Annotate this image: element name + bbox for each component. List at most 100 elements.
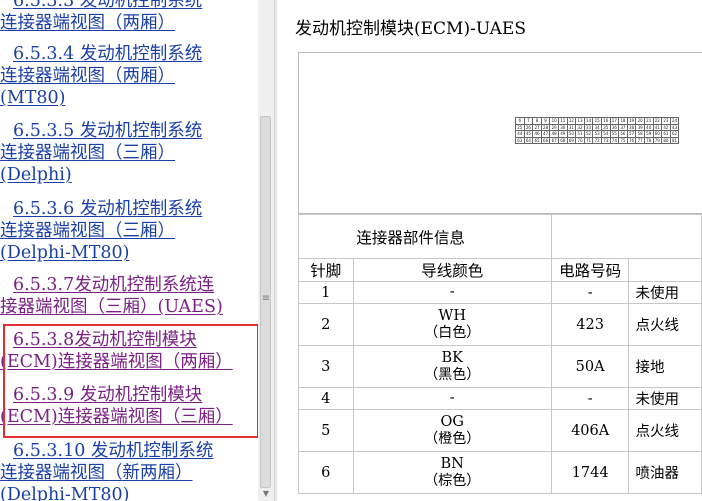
toc-link[interactable]: 6.5.3.4 发动机控制系统 连接器端视图（两厢） (MT80) — [0, 43, 256, 109]
connector-info-label: 连接器部件信息 — [356, 228, 465, 247]
page-title: 发动机控制模块(ECM)-UAES — [295, 19, 526, 39]
connector-pin: 73 — [600, 136, 611, 145]
toc-link-text: 6.5.3.4 发动机控制系统 — [13, 44, 203, 64]
table-row: 1- - 未使用 — [298, 281, 702, 304]
cell-pin: 6 — [298, 451, 354, 494]
connector-pin: 78 — [643, 136, 654, 145]
table-row: 2 WH （白色） 423 点火线 — [298, 303, 702, 346]
connector-pin: 19 — [626, 117, 637, 125]
toc-link[interactable]: 6.5.3.7发动机控制系统连 接器端视图（三厢）(UAES) — [0, 274, 256, 318]
cell-pin: 1 — [298, 281, 354, 304]
connector-pin: 48 — [549, 130, 559, 138]
toc-scrollbar[interactable]: ≡ ▼ — [258, 0, 274, 501]
toc-link[interactable]: 6.5.3.5 发动机控制系统 连接器端视图（三厢） (Delphi) — [0, 120, 256, 186]
connector-pin: 34 — [592, 123, 602, 132]
header-function — [628, 258, 702, 282]
connector-pin: 55 — [609, 130, 620, 138]
table-row: 4- - 未使用 — [298, 387, 702, 410]
connector-pin: 68 — [557, 136, 568, 145]
toc-link[interactable]: 6.5.3.8发动机控制模块 (ECM)连接器端视图（两厢） — [0, 329, 256, 373]
connector-pin: 6 — [515, 117, 525, 125]
connector-pin: 25 — [515, 123, 525, 132]
connector-pin: 26 — [523, 123, 534, 132]
connector-pin: 14 — [583, 117, 594, 125]
connector-pin: 69 — [566, 136, 577, 145]
toc-link[interactable]: 6.5.3.6 发动机控制系统 连接器端视图（三厢） (Delphi-MT80) — [0, 198, 256, 264]
connector-pin: 79 — [652, 136, 663, 145]
connector-pin: 80 — [661, 136, 671, 145]
connector-pin: 75 — [618, 136, 628, 145]
connector-pin: 45 — [523, 130, 534, 138]
connector-pin: 44 — [515, 130, 525, 138]
connector-pin: 28 — [540, 123, 551, 132]
cell-circuit: 50A — [550, 345, 630, 388]
connector-pin: 58 — [635, 130, 645, 138]
wire-color-code: WH — [438, 307, 466, 324]
connector-pin: 12 — [566, 117, 577, 125]
connector-pin: 33 — [583, 123, 594, 132]
toc-link[interactable]: 6.5.3.9 发动机控制模块 (ECM)连接器端视图（三厢） — [0, 384, 256, 428]
cell-wire-color: - — [352, 281, 552, 304]
toc-link-text: (MT80) — [0, 88, 66, 108]
connector-pin: 24 — [669, 117, 680, 125]
table-row: 6 BN （棕色） 1744 喷油器 — [298, 451, 702, 494]
connector-pin: 35 — [600, 123, 611, 132]
cell-pin: 2 — [298, 303, 354, 346]
connector-pin: 47 — [540, 130, 551, 138]
wire-color-name: （白色） — [424, 324, 481, 341]
connector-pin: 52 — [583, 130, 594, 138]
connector-pin: 32 — [575, 123, 585, 132]
cell-wire-color: BK （黑色） — [352, 345, 552, 388]
connector-pin: 76 — [626, 136, 637, 145]
connector-pin: 27 — [532, 123, 542, 132]
connector-pin: 15 — [592, 117, 602, 125]
connector-pin: 36 — [609, 123, 620, 132]
connector-pin: 77 — [635, 136, 645, 145]
toc-link-text: (Delphi) — [0, 165, 72, 185]
toc-link-text: 6.5.3.8发动机控制模块 — [13, 330, 197, 350]
cell-function: 接地 — [628, 345, 702, 388]
wire-color-code: BN — [440, 455, 464, 472]
connector-pin: 56 — [618, 130, 628, 138]
connector-pin: 43 — [669, 123, 680, 132]
connector-pin: 60 — [652, 130, 663, 138]
cell-wire-color: WH （白色） — [352, 303, 552, 346]
cell-function: 喷油器 — [628, 451, 702, 494]
header-wire-color: 导线颜色 — [352, 258, 552, 282]
connector-pin: 39 — [635, 123, 645, 132]
connector-pin: 31 — [566, 123, 577, 132]
toc-link[interactable]: 6.5.3.10 发动机控制系统 连接器端视图（新两厢） (Delphi-MT80) — [0, 440, 256, 501]
connector-pin: 10 — [549, 117, 559, 125]
wire-color-name: （黑色） — [424, 366, 481, 383]
wire-color-name: （棕色） — [424, 472, 481, 489]
wire-color-code: BK — [441, 349, 463, 366]
toc-link-text: (Delphi-MT80) — [0, 485, 130, 501]
connector-pin: 22 — [652, 117, 663, 125]
connector-pin: 37 — [618, 123, 628, 132]
connector-pin: 7 — [523, 117, 534, 125]
connector-pin: 63 — [515, 136, 525, 145]
toc-link-text: 6.5.3.6 发动机控制系统 — [13, 199, 203, 219]
cell-circuit: - — [550, 281, 630, 304]
connector-pin: 66 — [540, 136, 551, 145]
connector-pin: 40 — [643, 123, 654, 132]
wire-color-name: （橙色） — [424, 430, 481, 447]
connector-pin: 16 — [600, 117, 611, 125]
connector-pin: 54 — [600, 130, 611, 138]
toc-link[interactable]: 6.5.3.3 发动机控制系统 连接器端视图（两厢） — [0, 0, 256, 34]
connector-pin: 8 — [532, 117, 542, 125]
cell-wire-color: OG （橙色） — [352, 409, 552, 452]
connector-pin: 17 — [609, 117, 620, 125]
wire-color-code: - — [449, 284, 455, 300]
scroll-down-arrow-icon[interactable]: ▼ — [258, 489, 274, 498]
connector-pin: 38 — [626, 123, 637, 132]
connector-pin: 72 — [592, 136, 602, 145]
connector-pin: 30 — [557, 123, 568, 132]
cell-circuit: 1744 — [550, 451, 630, 494]
toc-link-text: 连接器端视图（两厢） — [0, 66, 175, 86]
pin-table: 连接器部件信息 针脚 导线颜色 电路号码 1- - 未使用 2 WH （白色） 423 点火线… — [298, 214, 702, 494]
toc-link-text: 连接器端视图（三厢） — [0, 221, 175, 241]
cell-function: 点火线 — [628, 409, 702, 452]
connector-pin: 65 — [532, 136, 542, 145]
connector-pin-grid: 6 7 8 9 10 11 12 13 14 15 16 17 18 19 20 21 22 23 24 25 26 27… — [515, 117, 680, 145]
